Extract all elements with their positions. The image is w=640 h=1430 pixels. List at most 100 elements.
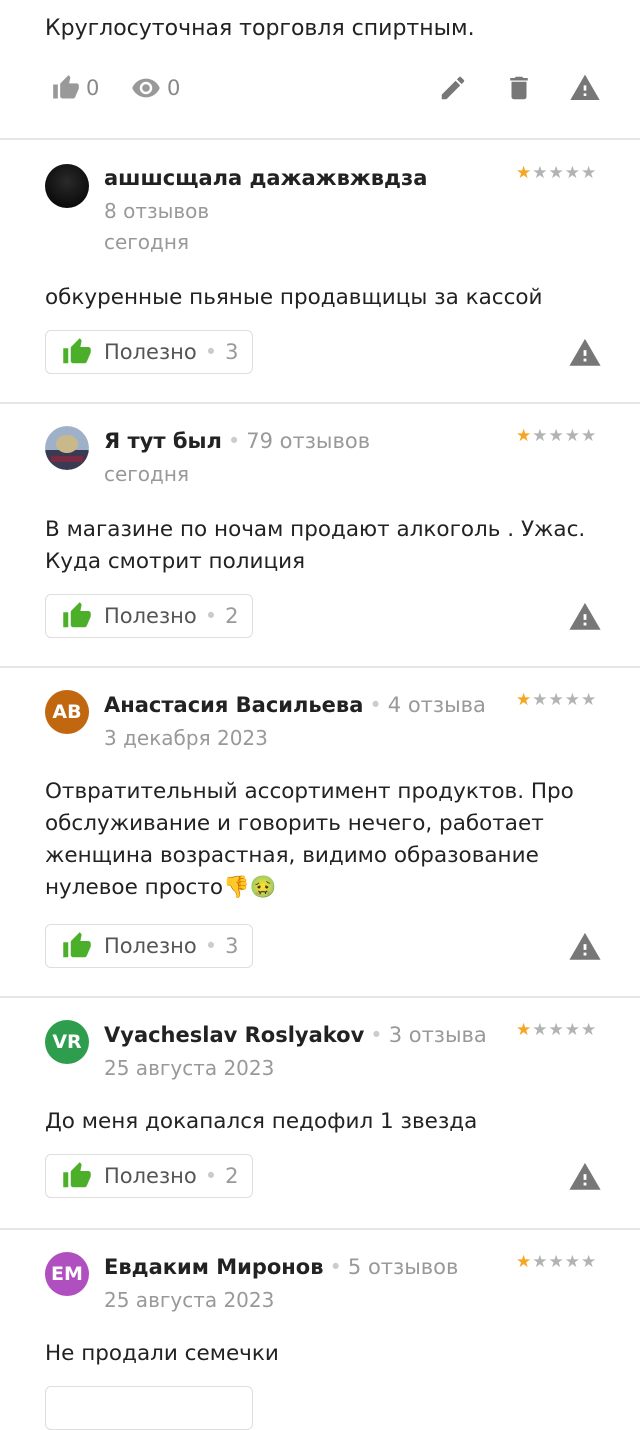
pencil-icon xyxy=(441,76,465,100)
useful-count: 2 xyxy=(225,604,239,628)
useful-button[interactable]: Полезно • 2 xyxy=(45,594,253,638)
separator-dot: • xyxy=(329,1255,342,1279)
author-name[interactable]: ашшсщала дажажвжвдза xyxy=(104,166,427,190)
author-line: Vyacheslav Roslyakov • 3 отзыва xyxy=(104,1023,487,1047)
separator-dot: • xyxy=(204,340,218,364)
star-empty-icon: ★ xyxy=(564,1020,580,1040)
delete-button[interactable] xyxy=(501,70,537,106)
report-warning-icon[interactable] xyxy=(567,600,603,634)
star-empty-icon: ★ xyxy=(564,426,580,446)
author-line: ашшсщала дажажвжвдза xyxy=(104,166,427,190)
rating-stars: ★ ★ ★ ★ ★ xyxy=(516,1252,606,1272)
review-date: 3 декабря 2023 xyxy=(104,726,268,750)
review-text: В магазине по ночам продают алкоголь . У… xyxy=(45,517,586,574)
author-name[interactable]: Vyacheslav Roslyakov xyxy=(104,1023,364,1047)
useful-label: Полезно xyxy=(104,1164,197,1188)
star-empty-icon: ★ xyxy=(532,1020,548,1040)
star-filled-icon: ★ xyxy=(516,163,532,183)
thumbs-up-icon xyxy=(63,932,91,958)
rating-stars: ★ ★ ★ ★ ★ xyxy=(516,690,606,710)
star-filled-icon: ★ xyxy=(516,426,532,446)
review-text: До меня докапался педофил 1 звезда xyxy=(45,1109,478,1134)
star-empty-icon: ★ xyxy=(581,690,597,710)
thumbs-up-icon xyxy=(53,75,79,99)
review-card: Я тут был • 79 отзывов сегодня ★ ★ ★ ★ ★ В маг… xyxy=(0,404,640,666)
report-warning-icon[interactable] xyxy=(567,930,603,964)
avatar[interactable] xyxy=(45,426,89,470)
review-card: ЕМ Евдаким Миронов • 5 отзывов 25 августа … xyxy=(0,1230,640,1430)
useful-button[interactable]: Полезно • 3 xyxy=(45,924,253,968)
views-stat: 0 xyxy=(131,70,180,106)
avatar[interactable]: АВ xyxy=(45,690,89,734)
eye-icon xyxy=(132,78,160,98)
review-count: 3 отзыва xyxy=(388,1023,487,1047)
star-empty-icon: ★ xyxy=(532,690,548,710)
trash-icon xyxy=(510,76,528,100)
avatar[interactable] xyxy=(45,164,89,208)
star-empty-icon: ★ xyxy=(581,1020,597,1040)
useful-count: 2 xyxy=(225,1164,239,1188)
author-line: Анастасия Васильева • 4 отзыва xyxy=(104,693,486,717)
rating-stars: ★ ★ ★ ★ ★ xyxy=(516,163,606,183)
review-count: 4 отзыва xyxy=(387,693,486,717)
star-empty-icon: ★ xyxy=(548,426,564,446)
thumbs-up-icon xyxy=(63,338,91,364)
separator-dot: • xyxy=(204,604,218,628)
star-empty-icon: ★ xyxy=(548,690,564,710)
review-text: Не продали семечки xyxy=(45,1341,279,1366)
review-date: 25 августа 2023 xyxy=(104,1288,275,1312)
rating-stars: ★ ★ ★ ★ ★ xyxy=(516,1020,606,1040)
review-date: сегодня xyxy=(104,462,189,486)
author-name[interactable]: Анастасия Васильева xyxy=(104,693,363,717)
review-text: Круглосуточная торговля спиртным. xyxy=(45,16,475,41)
avatar[interactable]: ЕМ xyxy=(45,1252,89,1296)
star-empty-icon: ★ xyxy=(532,426,548,446)
report-button[interactable] xyxy=(567,70,603,106)
useful-count: 3 xyxy=(225,934,239,958)
author-line: Евдаким Миронов • 5 отзывов xyxy=(104,1255,458,1279)
thumbs-up-icon xyxy=(63,602,91,628)
useful-button[interactable]: Полезно • 3 xyxy=(45,330,253,374)
views-count: 0 xyxy=(167,76,181,100)
review-count: 79 отзывов xyxy=(246,429,371,453)
author-name[interactable]: Я тут был xyxy=(104,429,222,453)
author-name[interactable]: Евдаким Миронов xyxy=(104,1255,324,1279)
separator-dot: • xyxy=(204,1164,218,1188)
review-date: 25 августа 2023 xyxy=(104,1056,275,1080)
star-empty-icon: ★ xyxy=(581,163,597,183)
star-empty-icon: ★ xyxy=(532,163,548,183)
useful-button[interactable] xyxy=(45,1386,253,1430)
review-card: АВ Анастасия Васильева • 4 отзыва 3 декабр… xyxy=(0,668,640,996)
star-filled-icon: ★ xyxy=(516,690,532,710)
star-empty-icon: ★ xyxy=(581,426,597,446)
review-text: Отвратительный ассортимент продуктов. Пр… xyxy=(45,779,574,900)
like-count: 0 xyxy=(86,76,100,100)
star-filled-icon: ★ xyxy=(516,1252,532,1272)
star-empty-icon: ★ xyxy=(548,163,564,183)
separator-dot: • xyxy=(369,693,382,717)
like-stat[interactable]: 0 xyxy=(52,70,99,106)
author-line: Я тут был • 79 отзывов xyxy=(104,429,370,453)
useful-label: Полезно xyxy=(104,604,197,628)
review-date: сегодня xyxy=(104,230,189,254)
edit-button[interactable] xyxy=(435,70,471,106)
useful-button[interactable]: Полезно • 2 xyxy=(45,1154,253,1198)
report-warning-icon[interactable] xyxy=(567,1160,603,1194)
separator-dot: • xyxy=(227,429,241,453)
avatar[interactable]: VR xyxy=(45,1020,89,1064)
star-empty-icon: ★ xyxy=(532,1252,548,1272)
report-warning-icon[interactable] xyxy=(567,336,603,370)
review-text: обкуренные пьяные продавщицы за кассой xyxy=(45,285,543,310)
useful-label: Полезно xyxy=(104,340,197,364)
star-empty-icon: ★ xyxy=(581,1252,597,1272)
thumbs-up-icon xyxy=(63,1162,91,1188)
rating-stars: ★ ★ ★ ★ ★ xyxy=(516,426,606,446)
top-review: Круглосуточная торговля спиртным. 0 0 xyxy=(0,0,640,138)
separator-dot: • xyxy=(370,1023,383,1047)
star-filled-icon: ★ xyxy=(516,1020,532,1040)
star-empty-icon: ★ xyxy=(564,163,580,183)
useful-count: 3 xyxy=(225,340,239,364)
star-empty-icon: ★ xyxy=(548,1252,564,1272)
star-empty-icon: ★ xyxy=(564,690,580,710)
review-card: ашшсщала дажажвжвдза 8 отзывов сегодня ★… xyxy=(0,140,640,402)
